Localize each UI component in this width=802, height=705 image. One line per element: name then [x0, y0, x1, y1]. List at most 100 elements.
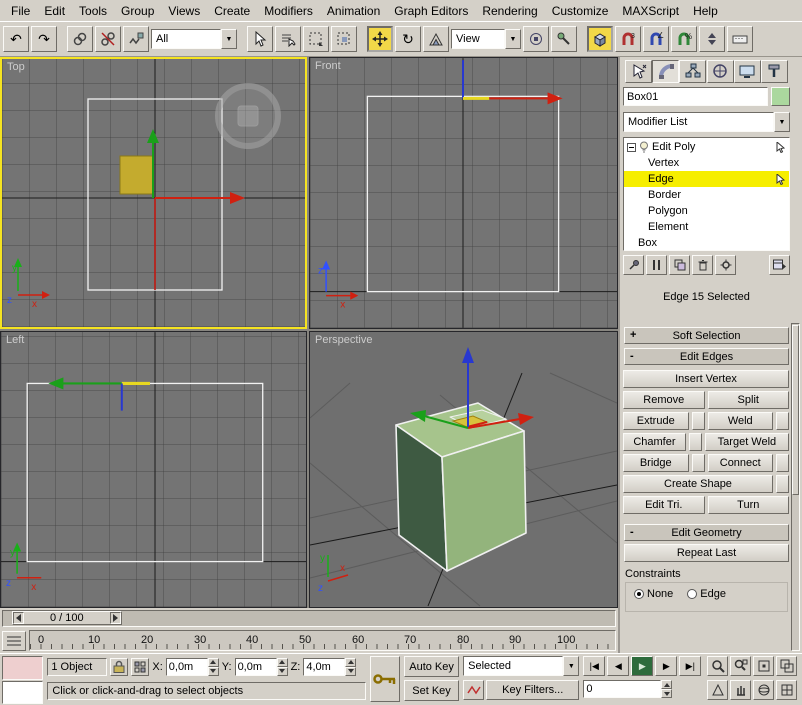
modifier-list-combo[interactable]: Modifier List ▼	[623, 112, 790, 132]
box-object[interactable]	[395, 402, 527, 572]
viewport-front-label[interactable]: Front	[315, 60, 341, 72]
undo-button[interactable]: ↶	[3, 26, 29, 52]
angle-snap-button[interactable]: ∠	[643, 26, 669, 52]
use-pivot-center-button[interactable]	[523, 26, 549, 52]
target-weld-button[interactable]: Target Weld	[704, 433, 789, 451]
z-coordinate-field[interactable]: 4,0m	[303, 657, 357, 676]
bind-to-space-warp-button[interactable]	[123, 26, 149, 52]
listener-macro-line[interactable]	[2, 656, 44, 680]
menu-rendering[interactable]: Rendering	[475, 1, 544, 21]
viewport-left-label[interactable]: Left	[6, 334, 24, 346]
auto-key-button[interactable]: Auto Key	[403, 656, 460, 677]
viewport-perspective[interactable]: y x z Perspective	[309, 331, 618, 608]
selection-filter-combo[interactable]: All ▼	[151, 29, 237, 49]
select-and-scale-button[interactable]	[423, 26, 449, 52]
menu-customize[interactable]: Customize	[545, 1, 616, 21]
select-and-move-button[interactable]	[367, 26, 393, 52]
current-frame-field[interactable]: 0	[583, 680, 673, 698]
menu-modifiers[interactable]: Modifiers	[257, 1, 320, 21]
time-slider-track[interactable]: 0 / 100	[2, 609, 616, 627]
zoom-extents-button[interactable]	[753, 656, 775, 676]
redo-button[interactable]: ↷	[31, 26, 57, 52]
tab-display[interactable]	[733, 59, 761, 83]
split-button[interactable]: Split	[707, 391, 789, 409]
configure-modifier-button[interactable]	[715, 255, 736, 275]
y-spinner[interactable]	[276, 657, 288, 676]
menu-file[interactable]: File	[4, 1, 37, 21]
field-of-view-button[interactable]	[707, 680, 729, 700]
stack-item-polygon[interactable]: Polygon	[624, 203, 789, 219]
zoom-extents-all-button[interactable]	[776, 656, 798, 676]
viewport-rotation-gizmo[interactable]	[215, 83, 281, 149]
zoom-all-button[interactable]	[730, 656, 752, 676]
zoom-button[interactable]	[707, 656, 729, 676]
x-spinner[interactable]	[207, 657, 219, 676]
dropdown-arrow-icon[interactable]: ▼	[774, 112, 790, 132]
maxscript-mini-listener[interactable]	[2, 656, 44, 704]
tab-motion[interactable]	[706, 59, 734, 83]
command-panel-scrollbar[interactable]	[791, 323, 800, 651]
listener-script-line[interactable]	[2, 680, 44, 704]
y-coordinate-value[interactable]: 0,0m	[234, 657, 277, 676]
menu-maxscript[interactable]: MAXScript	[615, 1, 686, 21]
tab-create[interactable]	[625, 59, 652, 83]
previous-frame-button[interactable]: ◀	[607, 656, 630, 676]
time-slider-handle[interactable]: 0 / 100	[12, 611, 122, 625]
select-and-link-button[interactable]	[67, 26, 93, 52]
object-name-field[interactable]: Box01	[623, 87, 768, 106]
create-shape-button[interactable]: Create Shape	[623, 475, 773, 493]
pan-button[interactable]	[730, 680, 752, 700]
configure-modifier-sets-button[interactable]	[769, 255, 790, 275]
pin-stack-button[interactable]	[623, 255, 644, 275]
selection-set-combo[interactable]: Selected ▼	[463, 656, 580, 676]
object-color-swatch[interactable]	[771, 87, 790, 106]
bridge-settings-button[interactable]	[691, 454, 705, 472]
rollout-soft-selection[interactable]: + Soft Selection	[624, 327, 789, 344]
selected-face-highlight[interactable]	[119, 155, 154, 195]
menu-edit[interactable]: Edit	[37, 1, 72, 21]
constraint-edge-radio[interactable]: Edge	[687, 588, 726, 600]
viewport-top-label[interactable]: Top	[7, 61, 25, 73]
stack-item-edit-poly[interactable]: Edit Poly	[624, 139, 789, 155]
tab-hierarchy[interactable]	[679, 59, 707, 83]
weld-button[interactable]: Weld	[707, 412, 773, 430]
stack-item-edge[interactable]: Edge	[624, 171, 789, 187]
absolute-offset-toggle-button[interactable]	[131, 657, 150, 676]
viewport-perspective-label[interactable]: Perspective	[315, 334, 372, 346]
turn-button[interactable]: Turn	[707, 496, 789, 514]
viewport-front[interactable]: z x Front	[309, 57, 618, 329]
chamfer-settings-button[interactable]	[688, 433, 702, 451]
selection-lock-toggle-button[interactable]	[110, 657, 129, 676]
tab-modify[interactable]	[652, 59, 680, 83]
menu-animation[interactable]: Animation	[320, 1, 387, 21]
menu-group[interactable]: Group	[114, 1, 161, 21]
stack-item-element[interactable]: Element	[624, 219, 789, 235]
menu-help[interactable]: Help	[686, 1, 725, 21]
select-by-name-button[interactable]	[275, 26, 301, 52]
scrollbar-thumb[interactable]	[792, 325, 799, 495]
remove-button[interactable]: Remove	[623, 391, 705, 409]
play-button[interactable]: ▶	[631, 656, 654, 676]
key-filters-button[interactable]: Key Filters...	[486, 680, 580, 700]
time-step-forward-button[interactable]	[109, 612, 121, 624]
dropdown-arrow-icon[interactable]: ▼	[505, 29, 521, 49]
rectangular-selection-region-button[interactable]	[303, 26, 329, 52]
rollout-edit-geometry[interactable]: - Edit Geometry	[624, 524, 789, 541]
set-keys-button[interactable]	[370, 656, 400, 702]
spinner-snap-button[interactable]	[699, 26, 725, 52]
connect-button[interactable]: Connect	[707, 454, 773, 472]
arc-rotate-button[interactable]	[753, 680, 775, 700]
collapse-minus-icon[interactable]	[627, 142, 636, 152]
window-crossing-toggle-button[interactable]	[331, 26, 357, 52]
z-spinner[interactable]	[345, 657, 357, 676]
go-to-start-button[interactable]: |◀	[583, 656, 606, 676]
current-frame-value[interactable]: 0	[583, 680, 662, 698]
insert-vertex-button[interactable]: Insert Vertex	[623, 370, 789, 388]
snaps-toggle-button[interactable]	[587, 26, 613, 52]
viewport-top[interactable]: y x z Top	[0, 57, 307, 329]
snap-3d-button[interactable]: 3	[615, 26, 641, 52]
bridge-button[interactable]: Bridge	[623, 454, 689, 472]
keyboard-shortcut-override-button[interactable]	[727, 26, 753, 52]
menu-tools[interactable]: Tools	[72, 1, 114, 21]
open-mini-curve-editor-button[interactable]	[2, 630, 26, 651]
